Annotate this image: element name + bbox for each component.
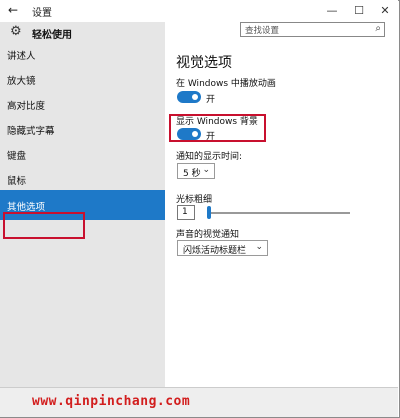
- sidebar-item-label: 隐藏式字幕: [7, 126, 55, 137]
- watermark-bar: www.qinpinchang.com: [0, 387, 398, 417]
- cursor-thickness-value: 1: [182, 207, 188, 217]
- cursor-thickness-slider-thumb[interactable]: [207, 206, 211, 219]
- cursor-thickness-preview: 1: [177, 205, 195, 220]
- sound-notify-label: 声音的视觉通知: [176, 230, 240, 240]
- animations-toggle-state: 开: [206, 95, 216, 105]
- window-title: 设置: [32, 8, 52, 19]
- sidebar-item-label: 放大镜: [7, 76, 36, 87]
- sidebar-item-label: 讲述人: [7, 51, 36, 62]
- sidebar-item-label: 高对比度: [7, 101, 46, 112]
- animations-label: 在 Windows 中播放动画: [176, 79, 276, 89]
- back-arrow-icon[interactable]: ←: [8, 3, 18, 17]
- close-button[interactable]: ✕: [375, 2, 395, 20]
- cursor-thickness-slider[interactable]: [210, 212, 350, 214]
- sidebar-item-label: 鼠标: [7, 176, 27, 187]
- animations-toggle[interactable]: [177, 91, 201, 103]
- minimize-button[interactable]: —: [322, 2, 342, 20]
- sidebar-highlight-box: [3, 212, 85, 239]
- title-bar: ← 设置 — ☐ ✕: [0, 0, 398, 22]
- notify-time-dropdown[interactable]: 5 秒 ⌄: [177, 163, 215, 179]
- search-placeholder: 查找设置: [245, 26, 280, 36]
- cursor-thickness-label: 光标粗细: [176, 195, 213, 205]
- toggle-knob: [192, 94, 198, 100]
- sidebar-item-label: 键盘: [7, 151, 27, 162]
- chevron-down-icon: ⌄: [202, 165, 210, 175]
- notify-time-value: 5 秒: [183, 169, 201, 179]
- sound-notify-value: 闪烁活动标题栏: [183, 246, 247, 256]
- sidebar-item-mouse[interactable]: 鼠标: [0, 169, 165, 189]
- sidebar-header[interactable]: ⚙ 轻松使用: [0, 22, 165, 44]
- search-box[interactable]: 查找设置 ⌕: [240, 22, 385, 37]
- search-icon[interactable]: ⌕: [375, 23, 381, 34]
- sound-notify-dropdown[interactable]: 闪烁活动标题栏 ⌄: [177, 240, 268, 256]
- chevron-down-icon: ⌄: [255, 242, 263, 252]
- sidebar-item-narrator[interactable]: 讲述人: [0, 44, 165, 64]
- sidebar-header-label: 轻松使用: [32, 30, 72, 41]
- watermark-text: www.qinpinchang.com: [32, 394, 191, 409]
- sidebar-item-magnifier[interactable]: 放大镜: [0, 69, 165, 89]
- background-highlight-box: [169, 114, 266, 142]
- sidebar-item-high-contrast[interactable]: 高对比度: [0, 94, 165, 114]
- notify-time-label: 通知的显示时间:: [176, 152, 243, 162]
- sidebar-item-closed-captions[interactable]: 隐藏式字幕: [0, 119, 165, 139]
- sidebar-item-keyboard[interactable]: 键盘: [0, 144, 165, 164]
- sidebar-item-label: 其他选项: [7, 202, 46, 213]
- sidebar: ⚙ 轻松使用 讲述人 放大镜 高对比度 隐藏式字幕 键盘 鼠标 其他选项: [0, 22, 165, 416]
- maximize-button[interactable]: ☐: [349, 2, 369, 20]
- gear-icon: ⚙: [10, 24, 22, 39]
- page-title: 视觉选项: [176, 55, 232, 71]
